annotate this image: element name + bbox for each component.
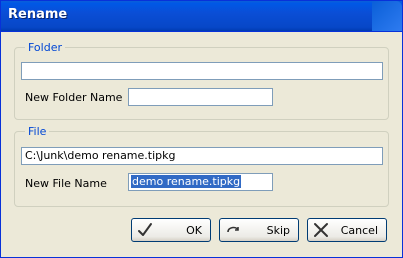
file-group-legend: File [28,125,47,138]
folder-path-field[interactable] [21,62,383,80]
new-file-name-label: New File Name [25,177,107,190]
new-folder-name-label: New Folder Name [25,91,123,104]
checkmark-icon [138,223,152,236]
title-bar[interactable]: Rename [1,1,402,32]
skip-button[interactable]: Skip [219,218,299,242]
new-file-name-input[interactable]: demo rename.tipkg [128,173,273,191]
folder-group: Folder [14,41,389,120]
selected-file-name-text: demo rename.tipkg [131,175,242,188]
ok-button-label: OK [186,224,202,237]
skip-arrow-icon [227,226,239,233]
rename-dialog: Rename Folder New Folder Name File C:\Ju… [0,0,403,258]
file-path-field[interactable]: C:\Junk\demo rename.tipkg [21,147,383,165]
folder-group-legend: Folder [28,41,62,54]
title-bar-corner [372,1,402,31]
window-title: Rename [8,7,68,22]
file-group: File [14,125,389,207]
cancel-button-label: Cancel [340,224,378,237]
skip-button-label: Skip [266,224,290,237]
cancel-button[interactable]: Cancel [307,218,387,242]
ok-button[interactable]: OK [131,218,211,242]
cancel-x-icon [314,223,328,237]
new-folder-name-input[interactable] [128,88,273,106]
